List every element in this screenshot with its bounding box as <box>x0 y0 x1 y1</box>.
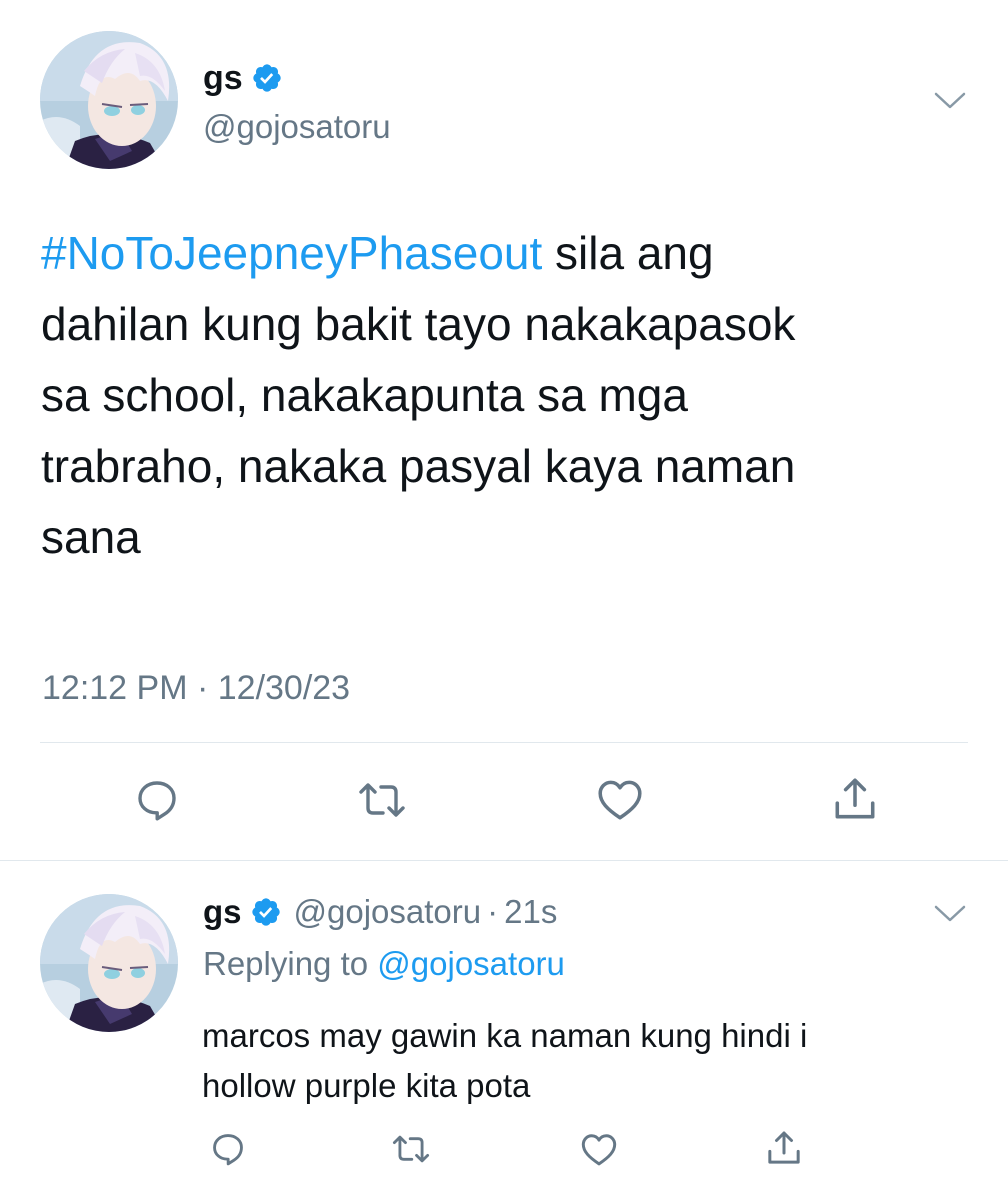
handle[interactable]: @gojosatoru <box>203 107 391 147</box>
avatar-image <box>40 31 178 169</box>
timestamp[interactable]: 12:12 PM · 12/30/23 <box>42 667 350 709</box>
handle[interactable]: @gojosatoru <box>294 891 482 933</box>
display-name[interactable]: gs <box>203 891 242 933</box>
chevron-down-icon[interactable] <box>932 901 968 925</box>
verified-badge-icon <box>250 896 282 928</box>
avatar-image <box>40 894 178 1032</box>
tweet-line: sa school, nakakapunta sa mga <box>41 369 688 421</box>
reply-header: gs @gojosatoru · 21s <box>203 891 557 933</box>
share-icon[interactable] <box>764 1128 804 1168</box>
replying-to-label: Replying to <box>203 945 369 982</box>
avatar[interactable] <box>40 894 178 1032</box>
tweet-line: dahilan kung bakit tayo nakakapasok <box>41 298 796 350</box>
reply-text: marcos may gawin ka naman kung hindi i h… <box>202 1011 982 1111</box>
chevron-down-icon[interactable] <box>932 88 968 112</box>
author-row: gs <box>203 58 283 98</box>
relative-time[interactable]: 21s <box>504 891 557 933</box>
tweet-text: #NoToJeepneyPhaseout sila ang dahilan ku… <box>41 218 981 573</box>
like-icon[interactable] <box>595 775 645 823</box>
display-name[interactable]: gs <box>203 58 243 98</box>
tweet-line: trabraho, nakaka pasyal kaya naman <box>41 440 796 492</box>
retweet-icon[interactable] <box>391 1130 431 1168</box>
tweet-line: sana <box>41 511 141 563</box>
reply-line: hollow purple kita pota <box>202 1067 531 1104</box>
hashtag-link[interactable]: #NoToJeepneyPhaseout <box>41 227 542 279</box>
tweet-line: #NoToJeepneyPhaseout sila ang <box>41 218 981 289</box>
share-icon[interactable] <box>830 774 880 824</box>
tweet-text-segment: sila ang <box>542 227 714 279</box>
divider <box>40 742 968 743</box>
replying-to-handle-link[interactable]: @gojosatoru <box>377 945 565 982</box>
main-tweet: gs @gojosatoru #NoToJeepneyPhaseout sila… <box>0 0 1008 860</box>
reply-tweet[interactable]: gs @gojosatoru · 21s Replying to @gojosa… <box>0 861 1008 1200</box>
retweet-icon[interactable] <box>357 776 407 824</box>
like-icon[interactable] <box>579 1130 619 1168</box>
reply-icon[interactable] <box>133 776 181 824</box>
separator-dot: · <box>487 893 499 930</box>
reply-icon[interactable] <box>209 1130 247 1168</box>
avatar[interactable] <box>40 31 178 169</box>
replying-to: Replying to @gojosatoru <box>203 943 565 985</box>
verified-badge-icon <box>251 62 283 94</box>
reply-line: marcos may gawin ka naman kung hindi i <box>202 1017 808 1054</box>
